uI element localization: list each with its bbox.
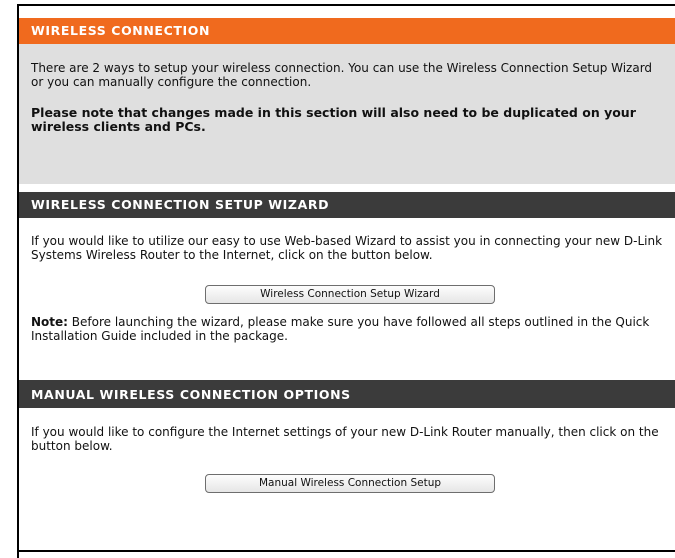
- wizard-button-row: Wireless Connection Setup Wizard: [19, 282, 675, 304]
- manual-description: If you would like to configure the Inter…: [31, 425, 659, 453]
- bottom-divider: [19, 550, 675, 552]
- wireless-connection-intro: There are 2 ways to setup your wireless …: [19, 44, 675, 192]
- note-label: Note:: [31, 315, 68, 329]
- wireless-connection-setup-wizard-button[interactable]: Wireless Connection Setup Wizard: [205, 285, 495, 304]
- manual-wireless-connection-setup-button[interactable]: Manual Wireless Connection Setup: [205, 474, 495, 493]
- wizard-note: Note: Before launching the wizard, pleas…: [19, 315, 675, 343]
- wizard-description: If you would like to utilize our easy to…: [31, 234, 663, 262]
- manual-options-header: MANUAL WIRELESS CONNECTION OPTIONS: [19, 382, 675, 408]
- setup-wizard-header: WIRELESS CONNECTION SETUP WIZARD: [19, 192, 675, 218]
- page: WIRELESS CONNECTION There are 2 ways to …: [0, 0, 675, 558]
- note-text: Before launching the wizard, please make…: [31, 315, 650, 343]
- setup-wizard-section: If you would like to utilize our easy to…: [19, 218, 675, 382]
- content-frame: WIRELESS CONNECTION There are 2 ways to …: [17, 4, 675, 558]
- duplicate-note: Please note that changes made in this se…: [31, 105, 636, 134]
- intro-text: There are 2 ways to setup your wireless …: [31, 61, 653, 89]
- manual-button-row: Manual Wireless Connection Setup: [19, 471, 675, 493]
- wireless-connection-header: WIRELESS CONNECTION: [19, 18, 675, 44]
- manual-options-section: If you would like to configure the Inter…: [19, 408, 675, 493]
